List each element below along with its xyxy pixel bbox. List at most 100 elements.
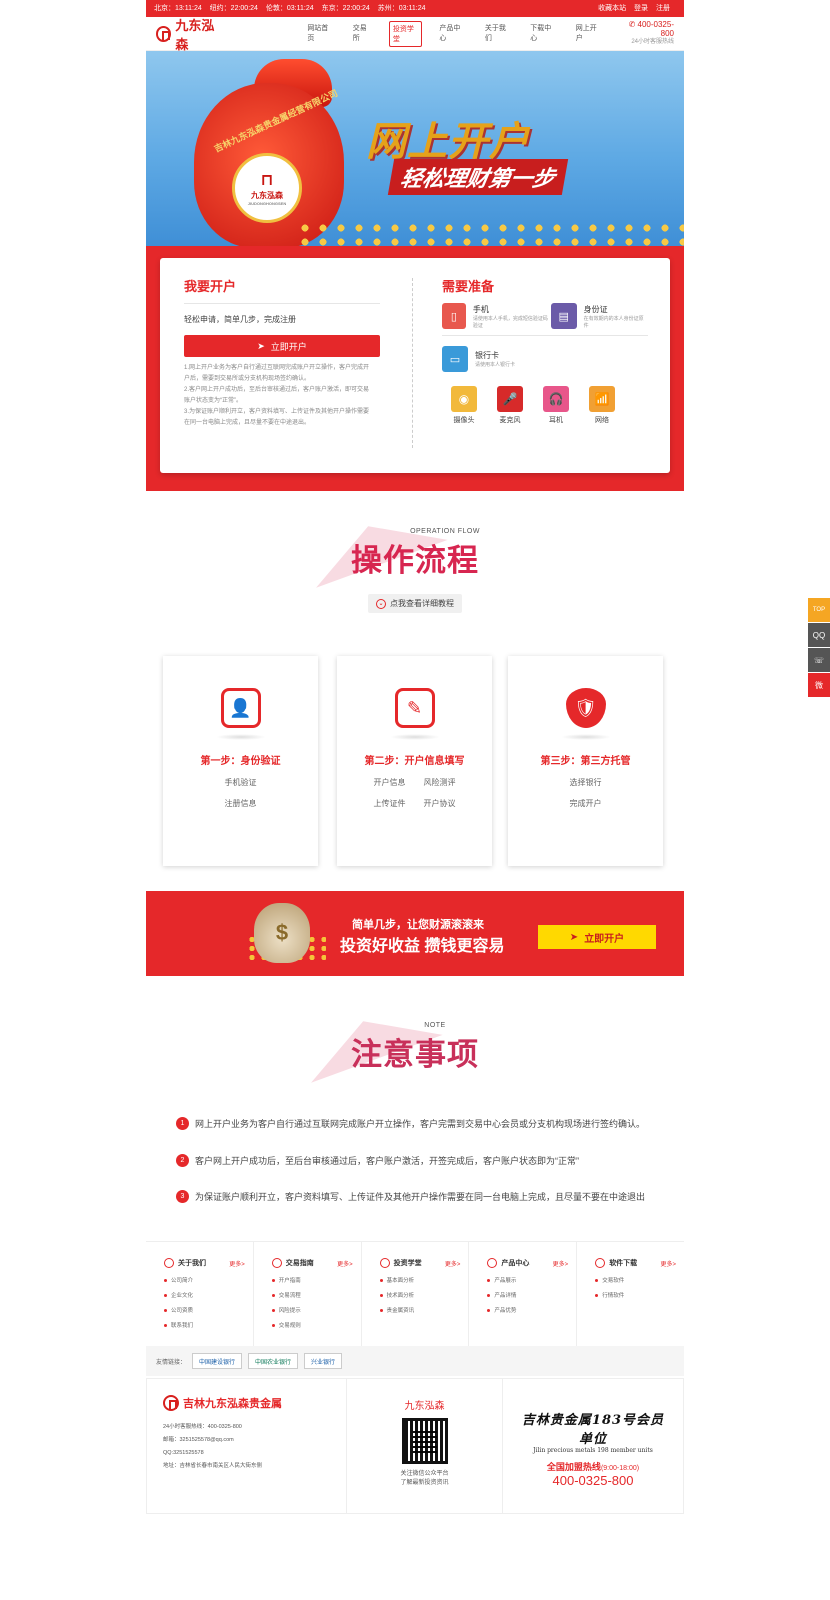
nav-home[interactable]: 网站首页 [304,21,335,47]
prepare-row-1: ▯ 手机 请使用本人手机，完成短信验证码验证 ▤ 身份证 在有效期内的本人身份证原件 [442,303,648,336]
qq-icon[interactable]: QQ [808,623,830,647]
footer-link[interactable]: 交易规则 [272,1321,353,1329]
bank-card-icon: ▭ [442,346,468,372]
promo-open-button[interactable]: 立即开户 [538,925,656,949]
open-account-column: 我要开户 轻松申请，简单几步，完成注册 立即开户 1.网上开户业务为客户自行通过… [184,276,380,429]
back-to-top-button[interactable]: TOP [808,598,830,622]
footer-link[interactable]: 技术面分析 [380,1291,461,1299]
school-icon [379,1258,390,1269]
nav-products[interactable]: 产品中心 [436,21,467,47]
icon-shadow [560,734,611,740]
hero-banner: 吉林九东泓森贵金属经营有限公司 ⊓ 九东泓森 JIUDONGHONGSEN 网上… [146,51,684,246]
step-card-2: ✎ 第二步：开户信息填写 开户信息 风险测评 上传证件 开户协议 [337,656,492,866]
flow-heading: OPERATION FLOW 操作流程 ⌄ 点我查看详细教程 [146,528,684,613]
prepare-item: ▤ 身份证 在有效期内的本人身份证原件 [550,303,648,329]
site-logo[interactable]: 九东泓森 [156,15,224,53]
note-en-title: NOTE [424,1022,446,1029]
promo-line-2: 投资好收益 攒钱更容易 [340,938,505,955]
footer-link[interactable]: 公司简介 [164,1276,245,1284]
phone-icon[interactable]: ☏ [808,648,830,672]
login-link[interactable]: 登录 [634,5,648,12]
step-items: 开户信息 风险测评 [337,777,492,788]
friend-link-abc[interactable]: 中国农业银行 [248,1353,299,1369]
edit-form-icon: ✎ [394,688,435,728]
nav-about[interactable]: 关于我们 [482,21,513,47]
more-link[interactable]: 更多> [337,1259,353,1268]
device-label: 耳机 [549,417,563,424]
company-qq: QQ:3251525578 [163,1450,204,1456]
icon-shadow [215,734,266,740]
hotline-label: 全国加盟热线 [546,1462,601,1472]
phone-icon: ✆ [628,20,638,29]
phone-number: 400-0325-800 [637,20,674,38]
note-heading: NOTE 注意事项 [146,1022,684,1074]
wechat-icon[interactable]: 微 [808,673,830,697]
note-item: 1 网上开户业务为客户自行通过互联网完成账户开立操作，客户完需到交易中心会员或分支… [176,1117,645,1130]
footer-link[interactable]: 公司资质 [164,1306,245,1314]
footer-link[interactable]: 产品展示 [487,1276,568,1284]
register-link[interactable]: 注册 [656,5,670,12]
device-network: 📶 网络 [580,386,624,425]
footer-link[interactable]: 开户指南 [272,1276,353,1284]
friend-link-ccb[interactable]: 中国建设银行 [192,1353,243,1369]
bag-logo-icon: ⊓ [260,172,274,189]
card-divider [412,278,413,448]
footer-link[interactable]: 企业文化 [164,1291,245,1299]
nav-open-account[interactable]: 网上开户 [573,21,604,47]
footer-link[interactable]: 交易流程 [272,1291,353,1299]
step-items: 上传证件 开户协议 [337,798,492,809]
wechat-qr-code [401,1418,448,1464]
footer-link[interactable]: 产品优势 [487,1306,568,1314]
bookmark-link[interactable]: 收藏本站 [598,5,626,12]
clock-tokyo: 东京：22:00:24 [321,5,370,12]
open-note-line: 账户状态变为“正常”。 [184,398,242,404]
clock-suzhou: 苏州：03:11:24 [377,5,426,12]
step-item: 开户协议 [423,799,456,808]
nav-school[interactable]: 投资学堂 [388,20,423,47]
device-headphones: 🎧 耳机 [534,386,578,425]
more-link[interactable]: 更多> [553,1259,569,1268]
prepare-item: ▯ 手机 请使用本人手机，完成短信验证码验证 [442,303,551,329]
member-seal-en: Jilin precious metals 198 member units [533,1447,653,1454]
footer-link[interactable]: 行情软件 [595,1291,676,1299]
company-info: 吉林九东泓森贵金属 24小时客服热线：400-0325-800 邮箱：32515… [147,1379,347,1513]
main-nav: 九东泓森 网站首页 交易所 投资学堂 产品中心 关于我们 下载中心 网上开户 ✆… [146,15,684,53]
prepare-item-desc: 请使用本人银行卡 [475,362,516,368]
note-text: 网上开户业务为客户自行通过互联网完成账户开立操作，客户完需到交易中心会员或分支机… [195,1119,646,1129]
footer-link[interactable]: 基本面分析 [380,1276,461,1284]
microphone-icon: 🎤 [497,386,523,412]
flow-title: 操作流程 [351,543,479,578]
open-note-line: 3.为保证账户顺利开立，客户资料填写、上传证件及其他开户操作需要 [184,409,370,415]
step-title: 第二步：开户信息填写 [364,756,465,767]
footer-link[interactable]: 交易软件 [595,1276,676,1284]
nav-exchange[interactable]: 交易所 [350,21,375,47]
device-camera: ◉ 摄像头 [442,386,486,425]
footer-bottom: 吉林九东泓森贵金属 24小时客服热线：400-0325-800 邮箱：32515… [146,1378,684,1514]
footer-link[interactable]: 风险提示 [272,1306,353,1314]
step-item: 完成开户 [569,799,602,808]
step-items: 选择银行 完成开户 [508,777,663,809]
friend-links: 友情链接： 中国建设银行 中国农业银行 兴业银行 [146,1346,684,1376]
footer-link[interactable]: 产品详情 [487,1291,568,1299]
footer-link[interactable]: 贵金属资讯 [380,1306,461,1314]
more-link[interactable]: 更多> [660,1259,676,1268]
bag-logo-text: 九东泓森 [251,191,283,200]
camera-icon: ◉ [451,386,477,412]
prepare-item-name: 手机 [472,304,489,314]
more-link[interactable]: 更多> [445,1259,461,1268]
footer-col-about: 关于我们 更多> 公司简介 企业文化 公司资质 联系我们 [146,1242,254,1346]
footer-link[interactable]: 联系我们 [164,1321,245,1329]
headphones-icon: 🎧 [543,386,569,412]
more-link[interactable]: 更多> [229,1259,245,1268]
prepare-item-desc: 请使用本人手机，完成短信验证码验证 [472,315,548,329]
open-now-button[interactable]: 立即开户 [184,335,380,357]
device-label: 网络 [595,417,609,424]
note-item: 2 客户网上开户成功后，至后台审核通过后，客户账户激活，开签完成后，客户账户状态即… [176,1154,579,1167]
footer-col-title: 投资学堂 [393,1260,422,1267]
friend-link-cib[interactable]: 兴业银行 [304,1353,343,1369]
nav-download[interactable]: 下载中心 [527,21,558,47]
tutorial-link[interactable]: ⌄ 点我查看详细教程 [368,594,462,613]
top-links: 收藏本站 登录 注册 [598,0,676,17]
step-item: 上传证件 [373,799,406,808]
company-address: 地址：吉林省长春市南关区人民大街东侧 [163,1463,263,1469]
